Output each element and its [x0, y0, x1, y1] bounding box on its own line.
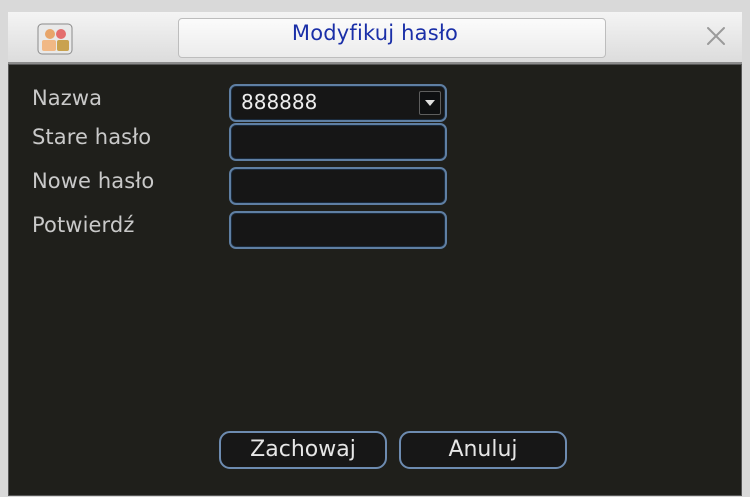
new-password-field[interactable] — [229, 167, 447, 205]
chevron-down-icon — [425, 100, 435, 106]
confirm-password-label: Potwierdź — [32, 213, 135, 237]
old-password-field[interactable] — [229, 123, 447, 161]
name-row: Nazwa 888888 — [9, 84, 741, 122]
confirm-password-field[interactable] — [229, 211, 447, 249]
dropdown-button[interactable] — [419, 91, 441, 115]
dialog-title: Modyfikuj hasło — [291, 21, 459, 45]
cancel-button[interactable]: Anuluj — [399, 431, 567, 469]
old-password-label: Stare hasło — [32, 125, 152, 149]
dialog-body: Nazwa 888888 Stare hasło Nowe hasło Potw… — [8, 64, 742, 496]
user-name-select[interactable]: 888888 — [229, 84, 447, 122]
modify-password-dialog: Modyfikuj hasło Nazwa 888888 Stare hasło… — [0, 0, 750, 497]
new-password-label: Nowe hasło — [32, 169, 155, 193]
confirm-password-row: Potwierdź — [9, 211, 741, 249]
old-password-row: Stare hasło — [9, 123, 741, 161]
save-button[interactable]: Zachowaj — [219, 431, 387, 469]
user-name-value: 888888 — [241, 90, 318, 114]
name-label: Nazwa — [32, 86, 103, 110]
new-password-row: Nowe hasło — [9, 167, 741, 205]
